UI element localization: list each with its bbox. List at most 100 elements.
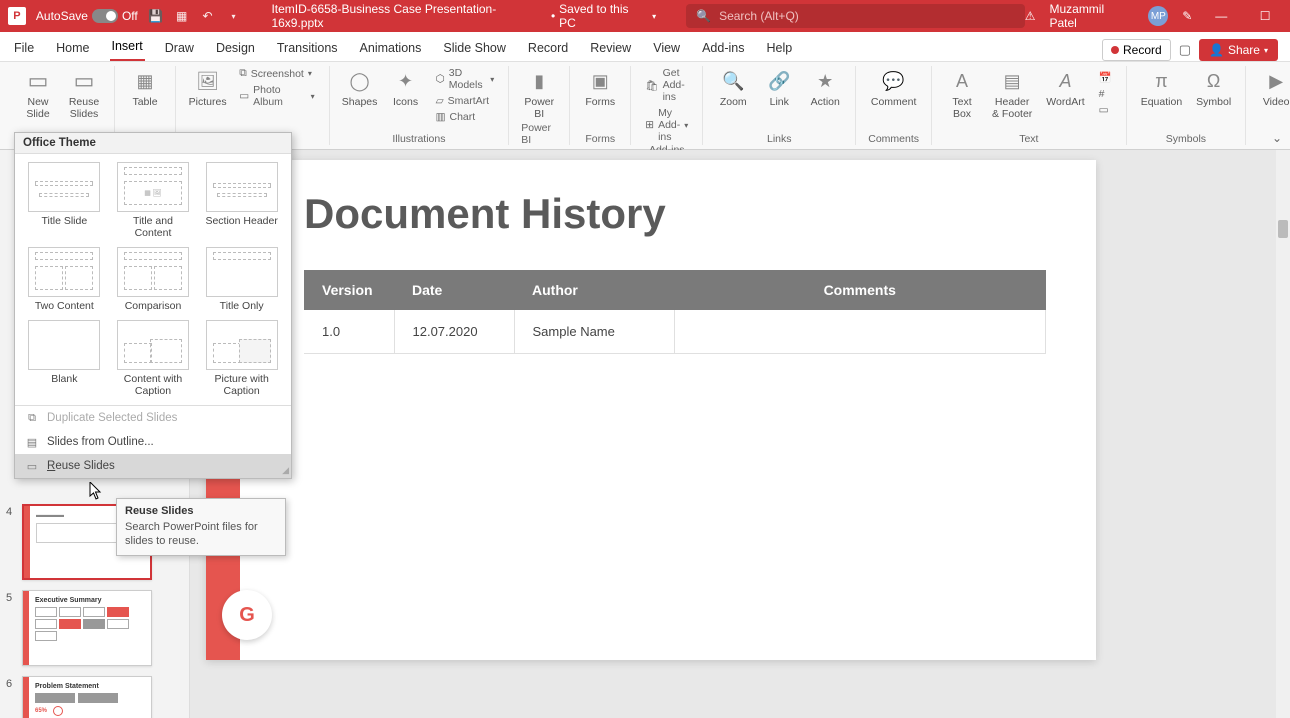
layout-title-slide[interactable]: Title Slide (25, 162, 104, 239)
save-state: Saved to this PC (559, 2, 648, 30)
slide-thumb-5[interactable]: Executive Summary (22, 590, 152, 666)
addins-icon: ⊞ (645, 119, 654, 131)
th-author: Author (514, 270, 674, 310)
minimize-button[interactable]: ― (1206, 0, 1236, 32)
my-addins-button[interactable]: ⊞My Add-ins▾ (643, 106, 690, 144)
present-icon[interactable]: ▦ (174, 8, 190, 24)
photo-album-icon: ▭ (239, 90, 249, 102)
tab-draw[interactable]: Draw (163, 35, 196, 61)
zoom-button[interactable]: 🔍Zoom (715, 66, 751, 110)
object-button[interactable]: ▭ (1097, 103, 1114, 117)
layout-title-only[interactable]: Title Only (202, 247, 281, 312)
tab-home[interactable]: Home (54, 35, 91, 61)
tab-view[interactable]: View (651, 35, 682, 61)
resize-grip-icon[interactable]: ◢ (282, 465, 289, 476)
slide-number: 4 (6, 504, 16, 518)
layout-picture-caption[interactable]: Picture with Caption (202, 320, 281, 397)
wordart-button[interactable]: AWordArt (1044, 66, 1086, 110)
chart-button[interactable]: ▥Chart (434, 110, 497, 124)
td-date: 12.07.2020 (394, 310, 514, 354)
pen-icon[interactable]: ✎ (1182, 9, 1192, 23)
video-button[interactable]: ▶Video (1258, 66, 1290, 110)
record-button[interactable]: Record (1102, 39, 1171, 61)
link-button[interactable]: 🔗Link (761, 66, 797, 110)
tab-animations[interactable]: Animations (358, 35, 424, 61)
tab-file[interactable]: File (12, 35, 36, 61)
tab-help[interactable]: Help (764, 35, 794, 61)
tab-slideshow[interactable]: Slide Show (441, 35, 508, 61)
symbol-icon: Ω (1200, 68, 1228, 94)
pictures-button[interactable]: 🖼 Pictures (188, 66, 227, 110)
layout-blank[interactable]: Blank (25, 320, 104, 397)
photo-album-button[interactable]: ▭Photo Album▾ (237, 83, 316, 109)
comment-button[interactable]: 💬Comment (869, 66, 919, 110)
pictures-icon: 🖼 (194, 68, 222, 94)
link-icon: 🔗 (765, 68, 793, 94)
slide-canvas[interactable]: Document History Version Date Author Com… (206, 160, 1096, 660)
th-comments: Comments (674, 270, 1046, 310)
qat-dropdown-icon[interactable]: ▾ (226, 8, 242, 24)
screenshot-button[interactable]: ⧉Screenshot▾ (237, 66, 316, 81)
smartart-icon: ▱ (436, 95, 444, 107)
maximize-button[interactable]: ☐ (1250, 0, 1280, 32)
chart-icon: ▥ (436, 111, 446, 123)
equation-button[interactable]: πEquation (1139, 66, 1184, 110)
forms-button[interactable]: ▣Forms (582, 66, 618, 110)
collapse-ribbon-icon[interactable]: ⌄ (1272, 131, 1282, 145)
tab-insert[interactable]: Insert (110, 33, 145, 61)
symbol-button[interactable]: ΩSymbol (1194, 66, 1233, 110)
number-icon: # (1099, 88, 1105, 100)
textbox-button[interactable]: AText Box (944, 66, 980, 122)
table-button[interactable]: ▦ Table (127, 66, 163, 110)
menu-duplicate-slides: ⧉ Duplicate Selected Slides (15, 406, 291, 430)
get-addins-button[interactable]: 🛍Get Add-ins (643, 66, 690, 104)
layout-section-header[interactable]: Section Header (202, 162, 281, 239)
user-name[interactable]: Muzammil Patel (1049, 2, 1134, 30)
tab-record[interactable]: Record (526, 35, 570, 61)
undo-icon[interactable]: ↶ (200, 8, 216, 24)
present-mode-icon[interactable]: ▢ (1179, 42, 1191, 58)
save-icon[interactable]: 💾 (148, 8, 164, 24)
icons-button[interactable]: ✦Icons (388, 66, 424, 110)
vertical-scrollbar[interactable] (1276, 150, 1290, 718)
autosave-label: AutoSave (36, 9, 88, 23)
tab-addins[interactable]: Add-ins (700, 35, 746, 61)
scrollbar-thumb[interactable] (1278, 220, 1288, 238)
forms-icon: ▣ (586, 68, 614, 94)
autosave-toggle[interactable]: AutoSave Off (36, 9, 138, 23)
new-slide-button[interactable]: ▭ New Slide (20, 66, 56, 122)
action-button[interactable]: ★Action (807, 66, 843, 110)
headerfooter-button[interactable]: ▤Header & Footer (990, 66, 1034, 122)
warning-icon: ⚠ (1025, 9, 1036, 23)
zoom-icon: 🔍 (719, 68, 747, 94)
smartart-button[interactable]: ▱SmartArt (434, 94, 497, 108)
tab-review[interactable]: Review (588, 35, 633, 61)
layout-title-content[interactable]: ▦ 🖼 Title and Content (114, 162, 193, 239)
title-dropdown-icon[interactable]: ▾ (652, 12, 656, 21)
slide-canvas-area: Document History Version Date Author Com… (190, 150, 1290, 718)
date-button[interactable]: 📅 (1097, 70, 1114, 85)
slide-table: Version Date Author Comments 1.0 12.07.2… (304, 270, 1046, 354)
reuse-slides-button[interactable]: ▭ Reuse Slides (66, 66, 102, 122)
shapes-icon: ◯ (346, 68, 374, 94)
slidenum-button[interactable]: # (1097, 87, 1114, 101)
powerbi-button[interactable]: ▮Power BI (521, 66, 557, 122)
menu-slides-from-outline[interactable]: ▤ Slides from Outline... (15, 430, 291, 454)
slide-thumb-6[interactable]: Problem Statement 65% (22, 676, 152, 718)
layout-two-content[interactable]: Two Content (25, 247, 104, 312)
shapes-button[interactable]: ◯Shapes (342, 66, 378, 110)
screenshot-icon: ⧉ (239, 67, 247, 80)
layout-content-caption[interactable]: Content with Caption (114, 320, 193, 397)
menu-reuse-slides[interactable]: ▭ Reuse Slides ◢ (15, 454, 291, 478)
tab-transitions[interactable]: Transitions (275, 35, 340, 61)
th-version: Version (304, 270, 394, 310)
3dmodels-button[interactable]: ⬡3D Models▾ (434, 66, 497, 92)
search-input[interactable] (719, 9, 1015, 23)
reuse-slides-icon: ▭ (70, 68, 98, 94)
tab-design[interactable]: Design (214, 35, 257, 61)
share-button[interactable]: 👤 Share ▾ (1199, 39, 1278, 61)
ribbon-tabs: File Home Insert Draw Design Transitions… (0, 32, 1290, 62)
layout-comparison[interactable]: Comparison (114, 247, 193, 312)
search-box[interactable]: 🔍 (686, 4, 1025, 28)
user-avatar[interactable]: MP (1148, 6, 1168, 26)
